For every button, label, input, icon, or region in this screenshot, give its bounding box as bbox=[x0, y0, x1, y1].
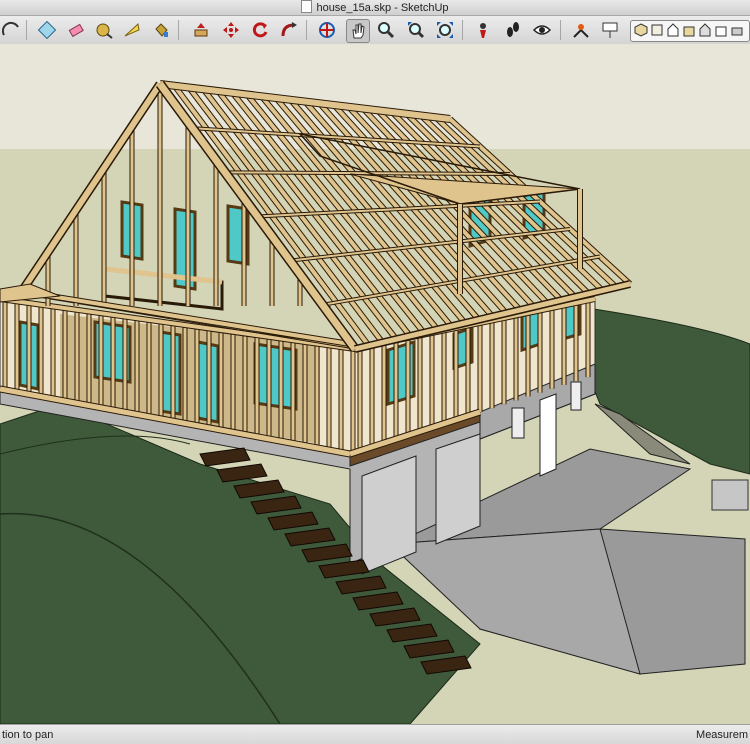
push-pull-icon bbox=[194, 23, 208, 37]
status-hint-text: tion to pan bbox=[2, 729, 54, 741]
top-view-button[interactable] bbox=[650, 23, 664, 37]
paint-tool-button[interactable] bbox=[150, 19, 172, 41]
iso-view-icon bbox=[634, 23, 648, 37]
basement-window bbox=[570, 381, 582, 411]
zoom-tool-button[interactable] bbox=[375, 19, 397, 41]
footprints-icon bbox=[507, 22, 519, 37]
front-view-button[interactable] bbox=[666, 23, 680, 37]
section-plane-icon bbox=[573, 24, 589, 38]
arc-icon bbox=[2, 21, 19, 36]
eraser-tool-button[interactable] bbox=[65, 19, 87, 41]
tape-measure-tool-button[interactable] bbox=[93, 19, 115, 41]
toolbar-separator bbox=[178, 20, 179, 40]
protractor-tool-button[interactable] bbox=[121, 19, 143, 41]
back-view-button[interactable] bbox=[698, 23, 712, 37]
zoom-window-tool-button[interactable] bbox=[405, 19, 427, 41]
pan-tool-button[interactable] bbox=[346, 19, 370, 43]
rotate-icon bbox=[252, 22, 268, 38]
orbit-icon bbox=[319, 22, 335, 38]
utility-box bbox=[711, 479, 749, 511]
magnifier-icon bbox=[378, 22, 395, 39]
toolbar-separator bbox=[560, 20, 561, 40]
front-view-icon bbox=[667, 23, 679, 37]
eraser-icon bbox=[68, 23, 84, 38]
tape-measure-icon bbox=[96, 23, 113, 39]
protractor-icon bbox=[124, 23, 140, 37]
garage-door-right bbox=[435, 433, 481, 545]
move-icon bbox=[223, 22, 239, 38]
paint-icon bbox=[155, 23, 168, 37]
bottom-view-icon bbox=[731, 27, 743, 36]
model-viewport[interactable] bbox=[0, 44, 750, 724]
text-tool-button[interactable] bbox=[599, 19, 621, 41]
right-view-button[interactable] bbox=[682, 23, 696, 37]
zoom-extents-icon bbox=[437, 22, 453, 38]
zoom-window-icon bbox=[408, 22, 425, 39]
basement-door bbox=[539, 393, 557, 477]
text-label-icon bbox=[602, 22, 618, 38]
top-view-icon bbox=[651, 24, 663, 36]
position-camera-tool-button[interactable] bbox=[472, 19, 494, 41]
right-view-icon bbox=[683, 26, 695, 37]
left-view-button[interactable] bbox=[714, 23, 728, 37]
follow-me-tool-button[interactable] bbox=[278, 19, 300, 41]
sketchup-window: house_15a.skp - SketchUp tion to pan Mea… bbox=[0, 0, 750, 744]
main-toolbar bbox=[0, 16, 750, 45]
measurements-label: Measurem bbox=[696, 729, 748, 741]
toolbar-separator bbox=[306, 20, 307, 40]
follow-me-icon bbox=[281, 22, 297, 37]
arc-tool-button[interactable] bbox=[0, 19, 22, 41]
status-bar: tion to pan Measurem bbox=[0, 724, 750, 744]
back-view-icon bbox=[699, 23, 711, 37]
title-bar: house_15a.skp - SketchUp bbox=[0, 0, 750, 16]
window-title: house_15a.skp - SketchUp bbox=[316, 2, 449, 14]
push-pull-tool-button[interactable] bbox=[190, 19, 212, 41]
rotate-tool-button[interactable] bbox=[249, 19, 271, 41]
paint-bucket-tool-button[interactable] bbox=[36, 19, 58, 41]
position-camera-icon bbox=[480, 23, 486, 38]
hand-icon bbox=[352, 23, 365, 39]
paint-bucket-icon bbox=[38, 21, 56, 39]
views-toolbar bbox=[630, 20, 750, 42]
house-model-scene[interactable] bbox=[0, 44, 750, 724]
left-view-icon bbox=[715, 26, 727, 37]
section-plane-tool-button[interactable] bbox=[570, 19, 592, 41]
document-icon bbox=[301, 0, 313, 13]
walk-tool-button[interactable] bbox=[502, 19, 524, 41]
look-around-tool-button[interactable] bbox=[531, 19, 553, 41]
toolbar-separator bbox=[462, 20, 463, 40]
bottom-view-button[interactable] bbox=[730, 23, 744, 37]
iso-view-button[interactable] bbox=[634, 23, 648, 37]
basement-window bbox=[511, 407, 525, 439]
eye-icon bbox=[533, 25, 551, 35]
toolbar-separator bbox=[26, 20, 27, 40]
orbit-tool-button[interactable] bbox=[316, 19, 338, 41]
zoom-extents-tool-button[interactable] bbox=[434, 19, 456, 41]
move-tool-button[interactable] bbox=[220, 19, 242, 41]
